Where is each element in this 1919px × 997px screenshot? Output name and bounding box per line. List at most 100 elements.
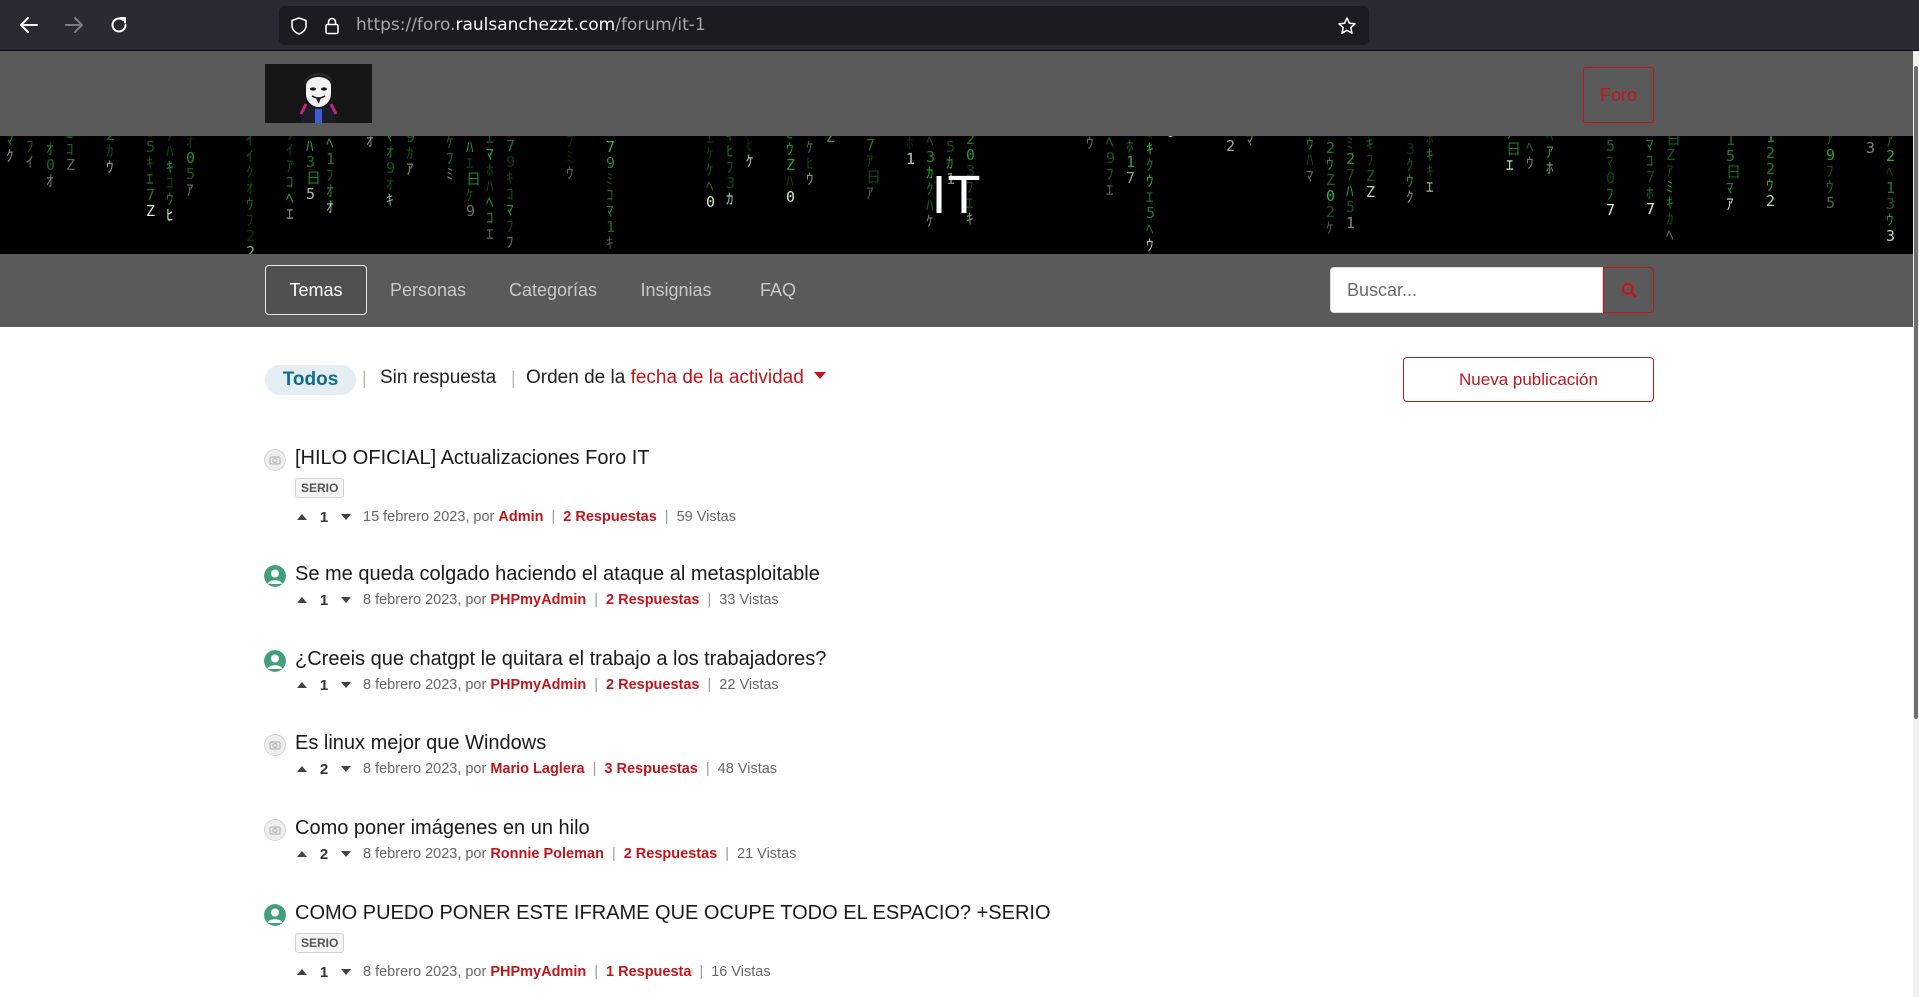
downvote-icon[interactable] [341,682,351,688]
author-avatar[interactable] [264,819,286,841]
sort-dropdown[interactable]: Orden de la fecha de la actividad [526,367,826,389]
by-label: por [465,677,487,693]
category-title: IT [931,165,982,225]
filter-all[interactable]: Todos [265,365,356,395]
author-avatar[interactable] [264,734,286,756]
post-date: 8 febrero 2023, [363,964,462,980]
meta-separator: | [551,509,556,525]
meta-separator: | [725,846,729,862]
url-path: /forum/it-1 [615,15,706,35]
back-button[interactable] [12,8,46,42]
scrollbar-thumb[interactable] [1914,66,1918,719]
foro-button[interactable]: Foro [1583,67,1654,123]
post-title-link[interactable]: Es linux mejor que Windows [295,732,546,755]
post-meta: 2 8 febrero 2023, por Mario Laglera | 3 Respu… [295,759,777,779]
filter-separator: | [511,368,516,388]
reload-button[interactable] [102,8,136,42]
downvote-icon[interactable] [341,597,351,603]
category-banner: ﾍﾏｸ0ﾌｲｵ0ｵｴｺZ2ｶｳﾋ5ｷｴ7Zｹﾊｷｺｳﾋ9ｵ05ｱｲｲｸｵｳﾌ22… [0,136,1913,254]
upvote-icon[interactable] [297,851,307,857]
meta-separator: | [705,761,710,777]
vote-count: 2 [319,760,329,778]
reload-icon [111,17,127,33]
meta-separator: | [594,592,598,608]
meta-separator: | [664,509,669,525]
views-count: 22 Vistas [719,677,779,693]
new-post-button[interactable]: Nueva publicación [1403,357,1654,402]
star-icon[interactable] [1337,16,1357,36]
post-date: 8 febrero 2023, [363,846,462,862]
browser-toolbar: https://foro.raulsanchezzt.com/forum/it-… [0,0,1919,51]
filter-unanswered[interactable]: Sin respuesta [380,367,496,389]
post-date: 8 febrero 2023, [363,592,462,608]
sort-value[interactable]: fecha de la actividad [631,367,804,388]
url-prefix: https://foro. [356,15,456,35]
tab-faq[interactable]: FAQ [755,265,801,315]
author-link[interactable]: PHPmyAdmin [490,677,586,693]
search-input[interactable] [1330,267,1603,313]
url-domain: raulsanchezzt.com [455,15,616,35]
lock-icon[interactable] [322,16,342,36]
post-meta: 1 8 febrero 2023, por PHPmyAdmin | 2 Respuest… [295,590,779,610]
caret-down-icon[interactable] [813,372,826,380]
meta-separator: | [707,592,712,608]
downvote-icon[interactable] [341,969,351,975]
replies-link[interactable]: 3 Respuestas [604,761,698,777]
tab-categorias[interactable]: Categorías [509,265,597,315]
downvote-icon[interactable] [341,514,351,520]
upvote-icon[interactable] [297,766,307,772]
replies-link[interactable]: 2 Respuestas [563,509,657,525]
replies-link[interactable]: 1 Respuesta [606,964,691,980]
vote-count: 1 [319,591,329,609]
arrow-left-icon [20,17,38,33]
author-avatar[interactable] [264,565,286,587]
meta-separator: | [707,677,712,693]
url-bar[interactable]: https://foro.raulsanchezzt.com/forum/it-… [279,6,1369,45]
vote-count: 1 [319,508,329,526]
replies-link[interactable]: 2 Respuestas [606,677,700,693]
forward-button[interactable] [57,8,91,42]
author-avatar[interactable] [264,449,286,471]
site-header: Foro [0,51,1913,136]
post-title-link[interactable]: ¿Creeis que chatgpt le quitara el trabaj… [295,648,826,671]
author-avatar[interactable] [264,904,286,926]
upvote-icon[interactable] [297,969,307,975]
post-date: 8 febrero 2023, [363,761,462,777]
filter-separator: | [362,368,367,388]
shield-icon[interactable] [289,16,309,36]
replies-link[interactable]: 2 Respuestas [624,846,718,862]
search-button[interactable] [1603,267,1654,313]
post-date: 8 febrero 2023, [363,677,462,693]
by-label: por [465,592,487,608]
author-link[interactable]: PHPmyAdmin [490,964,586,980]
hacker-mask-icon [265,64,372,123]
author-avatar[interactable] [264,650,286,672]
downvote-icon[interactable] [341,851,351,857]
post-title-link[interactable]: [HILO OFICIAL] Actualizaciones Foro IT [295,447,650,470]
author-link[interactable]: Ronnie Poleman [490,846,604,862]
tab-insignias[interactable]: Insignias [636,265,716,315]
post-tag[interactable]: SERIO [295,478,345,498]
url-text[interactable]: https://foro.raulsanchezzt.com/forum/it-… [356,6,706,45]
site-logo[interactable] [265,64,372,123]
post-title-link[interactable]: COMO PUEDO PONER ESTE IFRAME QUE OCUPE T… [295,902,1051,925]
meta-separator: | [594,964,598,980]
post-tag[interactable]: SERIO [295,933,345,953]
post-title-link[interactable]: Como poner imágenes en un hilo [295,817,590,840]
upvote-icon[interactable] [297,682,307,688]
tab-personas[interactable]: Personas [390,265,466,315]
post-meta: 1 15 febrero 2023, por Admin | 2 Respuestas | 5… [295,507,736,527]
upvote-icon[interactable] [297,514,307,520]
post-title-link[interactable]: Se me queda colgado haciendo el ataque a… [295,563,820,586]
by-label: por [465,846,487,862]
author-link[interactable]: PHPmyAdmin [490,592,586,608]
tab-temas[interactable]: Temas [265,265,367,315]
downvote-icon[interactable] [341,766,351,772]
author-link[interactable]: Admin [498,509,543,525]
author-link[interactable]: Mario Laglera [490,761,584,777]
by-label: por [465,761,487,777]
post-meta: 2 8 febrero 2023, por Ronnie Poleman | 2 Resp… [295,844,796,864]
replies-link[interactable]: 2 Respuestas [606,592,700,608]
upvote-icon[interactable] [297,597,307,603]
meta-separator: | [611,846,616,862]
